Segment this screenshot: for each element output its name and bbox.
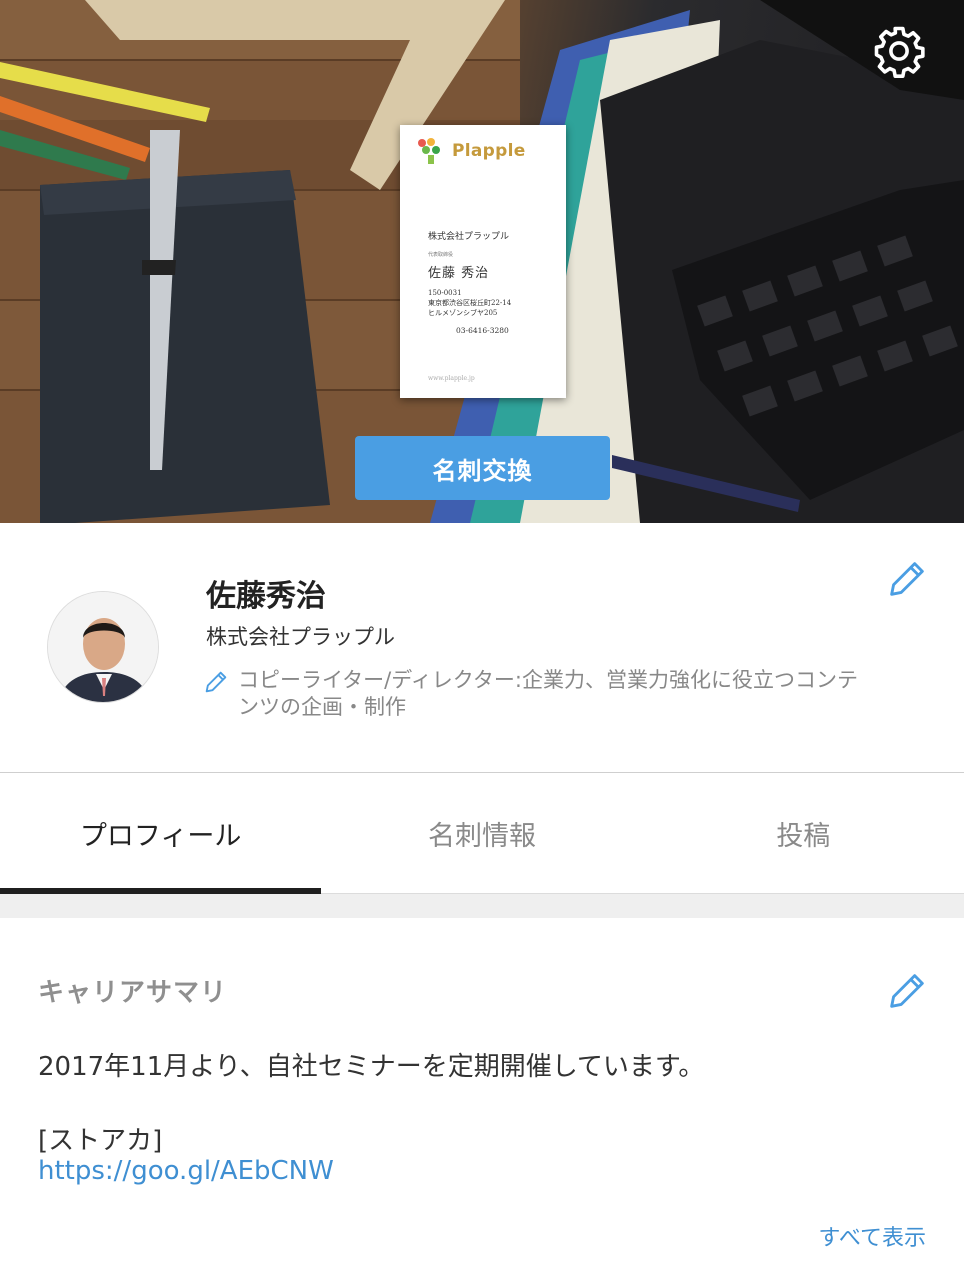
profile-company: 株式会社プラップル bbox=[206, 625, 395, 649]
section-gap bbox=[0, 894, 964, 918]
card-address-line: 150-0031 bbox=[428, 289, 462, 297]
exchange-card-button[interactable]: 名刺交換 bbox=[355, 436, 610, 500]
tab-bar: プロフィール 名刺情報 投稿 bbox=[0, 773, 964, 894]
pencil-icon bbox=[890, 562, 924, 596]
tab-profile[interactable]: プロフィール bbox=[0, 773, 322, 894]
card-address-line: ヒルメゾンシブヤ205 bbox=[428, 309, 498, 317]
tab-posts[interactable]: 投稿 bbox=[643, 773, 964, 893]
gear-icon bbox=[874, 26, 925, 78]
pencil-icon bbox=[890, 974, 924, 1008]
card-role: 代表取締役 bbox=[428, 252, 454, 258]
career-summary-text: 2017年11月より、自社セミナーを定期開催しています。 bbox=[38, 1052, 705, 1082]
cover-image: Plapple 株式会社プラップル 代表取締役 佐藤 秀治 150-0031 東… bbox=[0, 0, 964, 523]
card-url: www.plapple.jp bbox=[428, 375, 475, 382]
plapple-logo-icon bbox=[418, 138, 440, 164]
profile-tagline: コピーライター/ディレクター:企業力、営業力強化に役立つコンテンツの企画・制作 bbox=[238, 668, 858, 719]
business-card-preview[interactable]: Plapple 株式会社プラップル 代表取締役 佐藤 秀治 150-0031 東… bbox=[400, 125, 566, 398]
tab-card-info[interactable]: 名刺情報 bbox=[321, 773, 642, 893]
career-summary-text: [ストアカ] bbox=[38, 1126, 163, 1156]
avatar[interactable] bbox=[47, 591, 159, 703]
card-tel: 03-6416-3280 bbox=[456, 326, 509, 335]
career-summary-link[interactable]: https://goo.gl/AEbCNW bbox=[38, 1156, 334, 1186]
avatar-photo bbox=[48, 592, 158, 702]
show-all-link[interactable]: すべて表示 bbox=[818, 1220, 926, 1252]
card-logo-text: Plapple bbox=[452, 141, 526, 161]
edit-career-summary-button[interactable] bbox=[884, 968, 930, 1014]
pencil-icon bbox=[205, 671, 227, 693]
card-logo: Plapple bbox=[416, 137, 526, 165]
career-summary-section: キャリアサマリ 2017年11月より、自社セミナーを定期開催しています。 [スト… bbox=[0, 918, 964, 1280]
card-address-line: 東京都渋谷区桜丘町22-14 bbox=[428, 299, 512, 307]
card-company: 株式会社プラップル bbox=[428, 232, 510, 242]
profile-header: 佐藤秀治 株式会社プラップル コピーライター/ディレクター:企業力、営業力強化に… bbox=[0, 523, 964, 773]
card-address: 150-0031 東京都渋谷区桜丘町22-14 ヒルメゾンシブヤ205 bbox=[428, 288, 558, 318]
career-summary-title: キャリアサマリ bbox=[38, 978, 228, 1008]
edit-profile-button[interactable] bbox=[884, 556, 930, 602]
settings-button[interactable] bbox=[872, 24, 926, 78]
profile-name: 佐藤秀治 bbox=[206, 579, 326, 614]
card-person-name: 佐藤 秀治 bbox=[428, 266, 490, 281]
